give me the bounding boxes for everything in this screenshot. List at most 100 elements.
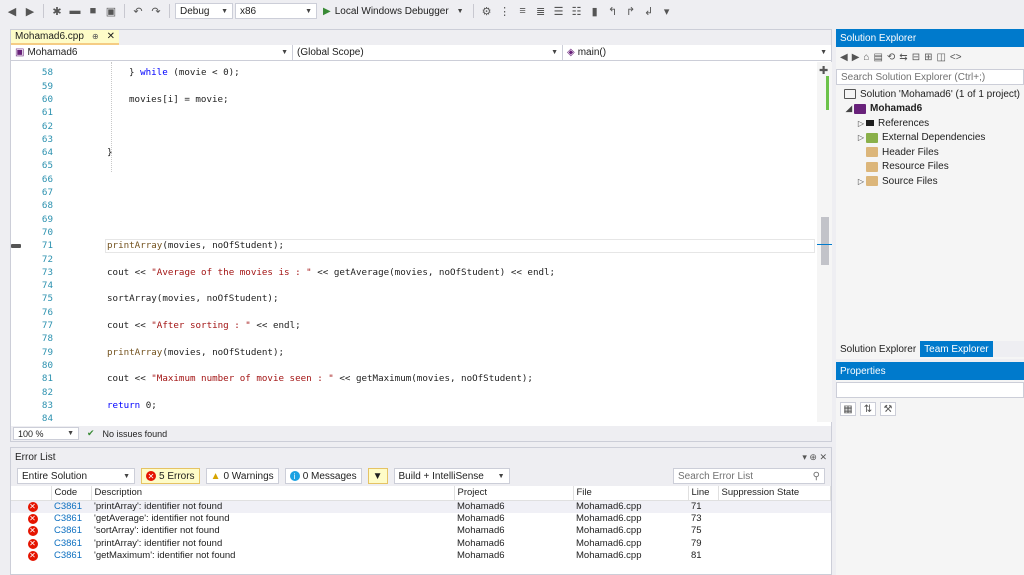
- code-line[interactable]: 84: [11, 412, 817, 422]
- solution-search-input[interactable]: Search Solution Explorer (Ctrl+;): [836, 69, 1024, 85]
- tree-item-source-files[interactable]: ▷ Source Files: [836, 174, 1024, 189]
- column-header-project[interactable]: Project: [454, 486, 574, 501]
- collapsed-arrow-icon[interactable]: ▷: [856, 177, 866, 186]
- save-icon[interactable]: ■: [85, 3, 101, 19]
- back-icon[interactable]: ◀: [4, 3, 20, 19]
- clear-bookmarks-icon[interactable]: ↲: [641, 3, 657, 19]
- code-line[interactable]: 81 cout << "Maximum number of movie seen …: [11, 372, 817, 385]
- open-folder-icon[interactable]: ▬: [67, 3, 83, 19]
- tree-item-project[interactable]: ◢ Mohamad6: [836, 102, 1024, 117]
- pin-icon[interactable]: ⊕: [92, 32, 99, 41]
- zoom-select[interactable]: 100 % ▼: [13, 427, 79, 440]
- tree-item-references[interactable]: ▷ References: [836, 116, 1024, 131]
- column-header-line[interactable]: Line: [688, 486, 719, 501]
- error-row[interactable]: ✕ C3861 'getMaximum': identifier not found…: [11, 550, 831, 563]
- home-icon[interactable]: ⌂: [863, 52, 869, 63]
- format-icon[interactable]: ≣: [533, 3, 549, 19]
- scroll-thumb[interactable]: [821, 217, 829, 265]
- code-icon[interactable]: <>: [950, 52, 962, 63]
- step-icon[interactable]: ⋮: [497, 3, 513, 19]
- code-line[interactable]: 58} while (movie < 0);: [11, 66, 817, 79]
- code-line[interactable]: 63: [11, 133, 817, 146]
- code-line[interactable]: 82: [11, 386, 817, 399]
- tree-item-external-dependencies[interactable]: ▷ External Dependencies: [836, 131, 1024, 146]
- build-filter-select[interactable]: Build + IntelliSense ▼: [393, 468, 510, 484]
- tab-team-explorer[interactable]: Team Explorer: [920, 341, 993, 357]
- code-line[interactable]: 68: [11, 199, 817, 212]
- comment-icon[interactable]: ☰: [551, 3, 567, 19]
- code-line[interactable]: 73 cout << "Average of the movies is : " …: [11, 266, 817, 279]
- code-line[interactable]: 67: [11, 186, 817, 199]
- tree-item-header-files[interactable]: Header Files: [836, 145, 1024, 160]
- toolbar-overflow-icon[interactable]: ▾: [659, 3, 675, 19]
- start-debugging-button[interactable]: ▶ Local Windows Debugger ▼: [319, 6, 468, 17]
- redo-icon[interactable]: ↷: [148, 3, 164, 19]
- forward-icon[interactable]: ▶: [22, 3, 38, 19]
- browser-link-icon[interactable]: ⚙: [479, 3, 495, 19]
- error-row[interactable]: ✕ C3861'printArray': identifier not found…: [11, 500, 831, 513]
- code-line[interactable]: 74: [11, 279, 817, 292]
- scope-select[interactable]: (Global Scope) ▼: [293, 45, 563, 60]
- history-icon[interactable]: ⟲: [887, 52, 895, 63]
- column-header-description[interactable]: Description: [91, 486, 455, 501]
- save-all-icon[interactable]: ▣: [103, 3, 119, 19]
- tab-solution-explorer[interactable]: Solution Explorer: [836, 341, 921, 357]
- errors-filter-button[interactable]: ✕ 5 Errors: [141, 468, 200, 484]
- column-header-file[interactable]: File: [573, 486, 689, 501]
- code-line[interactable]: 78: [11, 332, 817, 345]
- forward-icon[interactable]: ▶: [852, 52, 860, 63]
- tab-mohamad6-cpp[interactable]: Mohamad6.cpp ⊕ ✕: [11, 30, 120, 45]
- switch-views-icon[interactable]: ▤: [873, 52, 882, 63]
- code-line[interactable]: 83 return 0;: [11, 399, 817, 412]
- prev-bookmark-icon[interactable]: ↰: [605, 3, 621, 19]
- column-header-severity[interactable]: [11, 486, 52, 501]
- messages-filter-button[interactable]: i0 Messages: [284, 468, 362, 484]
- next-bookmark-icon[interactable]: ↱: [623, 3, 639, 19]
- properties-icon[interactable]: ⊞: [924, 52, 932, 63]
- tree-item-resource-files[interactable]: Resource Files: [836, 160, 1024, 175]
- code-line[interactable]: 72: [11, 253, 817, 266]
- warnings-filter-button[interactable]: ▲ 0 Warnings: [205, 468, 279, 484]
- project-select[interactable]: ▣ Mohamad6 ▼: [11, 45, 293, 60]
- column-header-suppression[interactable]: Suppression State: [718, 486, 831, 501]
- code-area[interactable]: 5758} while (movie < 0);5960movies[i] = …: [11, 62, 817, 422]
- error-row[interactable]: ✕ C3861 'getAverage': identifier not found…: [11, 513, 831, 526]
- vertical-scrollbar[interactable]: ✚: [817, 62, 832, 422]
- undo-icon[interactable]: ↶: [130, 3, 146, 19]
- expanded-arrow-icon[interactable]: ◢: [844, 104, 854, 113]
- code-line[interactable]: 80: [11, 359, 817, 372]
- error-list-search[interactable]: Search Error List ⚲: [673, 468, 825, 484]
- bookmark-icon[interactable]: ▮: [587, 3, 603, 19]
- sync-icon[interactable]: ⇆: [899, 52, 907, 63]
- code-line[interactable]: 69: [11, 213, 817, 226]
- collapsed-arrow-icon[interactable]: ▷: [856, 133, 866, 142]
- code-line[interactable]: 65: [11, 159, 817, 172]
- code-line[interactable]: 71 printArray(movies, noOfStudent);: [11, 239, 817, 252]
- back-icon[interactable]: ◀: [840, 52, 848, 63]
- categorized-icon[interactable]: ▦: [840, 402, 856, 416]
- column-header-code[interactable]: Code: [51, 486, 92, 501]
- platform-select[interactable]: x86 ▼: [235, 3, 317, 19]
- code-line[interactable]: 62: [11, 120, 817, 133]
- code-line[interactable]: 76: [11, 306, 817, 319]
- filter-toggle-button[interactable]: ▼: [367, 468, 388, 484]
- alphabetical-icon[interactable]: ⇅: [860, 402, 876, 416]
- collapse-all-icon[interactable]: ⊟: [912, 52, 920, 63]
- error-row[interactable]: ✕ C3861 'sortArray': identifier not found M…: [11, 525, 831, 538]
- error-row[interactable]: ✕ C3861'printArray': identifier not found…: [11, 538, 831, 551]
- pin-icon[interactable]: ⊕: [809, 452, 817, 462]
- new-project-icon[interactable]: ✱: [49, 3, 65, 19]
- wrench-icon[interactable]: ⚒: [880, 402, 896, 416]
- code-line[interactable]: 61: [11, 106, 817, 119]
- member-select[interactable]: ◈ main() ▼: [563, 45, 831, 60]
- solution-config-select[interactable]: Debug ▼: [175, 3, 233, 19]
- code-line[interactable]: 79 printArray(movies, noOfStudent);: [11, 346, 817, 359]
- code-line[interactable]: 64}: [11, 146, 817, 159]
- code-line[interactable]: 75 sortArray(movies, noOfStudent);: [11, 292, 817, 305]
- tree-item-solution[interactable]: Solution 'Mohamad6' (1 of 1 project): [836, 87, 1024, 102]
- code-line[interactable]: 77 cout << "After sorting : " << endl;: [11, 319, 817, 332]
- code-line[interactable]: 66: [11, 173, 817, 186]
- code-line[interactable]: 70: [11, 226, 817, 239]
- code-line[interactable]: 60 movies[i] = movie;: [11, 93, 817, 106]
- navigate-icon[interactable]: ≡: [515, 3, 531, 19]
